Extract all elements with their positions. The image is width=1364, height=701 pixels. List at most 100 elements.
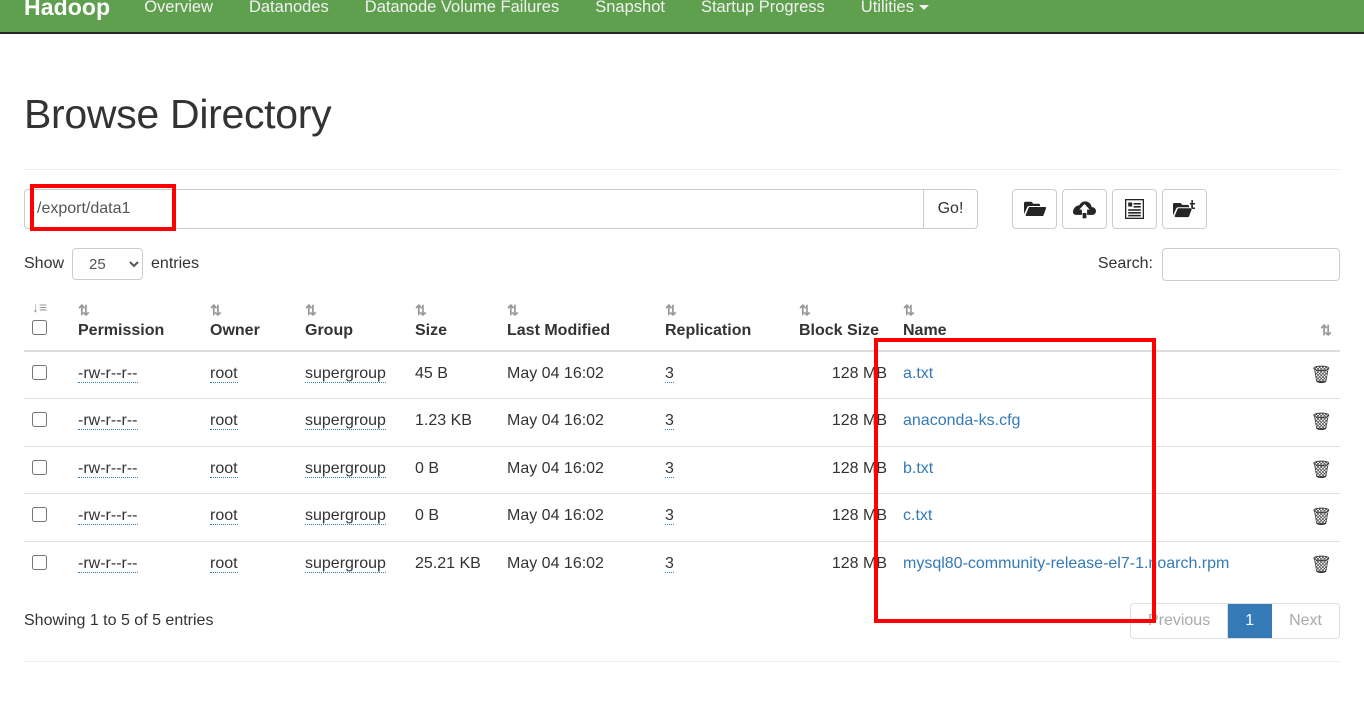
row-select-cell[interactable] [24,398,70,447]
replication-value[interactable]: 3 [665,459,674,478]
pagination-page-1[interactable]: 1 [1228,604,1273,639]
cell-size: 1.23 KB [407,398,499,447]
owner-value[interactable]: root [210,507,238,526]
permission-value[interactable]: -rw-r--r-- [78,554,138,573]
column-header-select[interactable]: ↓≡ [24,290,70,353]
column-header-owner-label: Owner [210,322,260,340]
group-value[interactable]: supergroup [305,459,386,478]
trash-icon[interactable]: 🗑 [1310,458,1332,482]
create-directory-button[interactable] [1012,189,1057,230]
column-header-size[interactable]: ⇅ Size [407,290,499,353]
row-select-cell[interactable] [24,350,70,399]
hadoop-brand[interactable]: Hadoop [24,0,110,21]
row-select-cell[interactable] [24,445,70,494]
nav-item-startup-progress[interactable]: Startup Progress [701,0,825,17]
nav-item-datanode-volume-failures-label: Datanode Volume Failures [364,0,560,16]
toolbar-buttons [1012,189,1207,230]
table-row[interactable]: -rw-r--r-- root supergroup 1.23 KB May 0… [24,398,1340,447]
row-select-cell[interactable] [24,540,70,589]
cut-paste-button[interactable] [1162,189,1207,230]
page-title: Browse Directory [24,91,332,137]
column-header-name-label: Name [903,322,947,340]
column-header-last-modified[interactable]: ⇅ Last Modified [499,290,657,353]
cell-delete[interactable]: 🗑 [1262,493,1340,542]
table-row[interactable]: -rw-r--r-- root supergroup 0 B May 04 16… [24,445,1340,494]
cell-block-size: 128 MB [791,540,895,589]
cell-delete[interactable]: 🗑 [1262,398,1340,447]
column-header-group[interactable]: ⇅ Group [297,290,407,353]
permission-value[interactable]: -rw-r--r-- [78,507,138,526]
trash-icon[interactable]: 🗑 [1310,553,1332,577]
trash-icon[interactable]: 🗑 [1310,505,1332,529]
pagination-previous[interactable]: Previous [1130,604,1229,639]
column-header-replication[interactable]: ⇅ Replication [657,290,791,353]
cell-replication: 3 [657,398,791,447]
sort-icon-group: ⇅ [305,302,317,319]
cell-group: supergroup [297,350,407,399]
replication-value[interactable]: 3 [665,554,674,573]
file-name-link[interactable]: anaconda-ks.cfg [903,412,1020,429]
select-all-checkbox[interactable] [32,320,47,336]
file-name-link[interactable]: b.txt [903,460,933,477]
file-name-link[interactable]: a.txt [903,365,933,382]
trash-icon[interactable]: 🗑 [1310,363,1332,387]
nav-item-overview[interactable]: Overview [144,0,213,17]
row-checkbox[interactable] [32,412,47,428]
column-header-permission[interactable]: ⇅ Permission [70,290,202,353]
row-select-cell[interactable] [24,493,70,542]
view-file-button[interactable] [1112,189,1157,230]
group-value[interactable]: supergroup [305,365,386,384]
permission-value[interactable]: -rw-r--r-- [78,365,138,384]
directory-path-input[interactable] [24,189,923,230]
file-name-link[interactable]: c.txt [903,507,932,524]
cell-permission: -rw-r--r-- [70,493,202,542]
page-length-select[interactable]: 25 50 100 [72,248,144,281]
column-header-delete[interactable]: ⇅ [1262,290,1340,353]
row-checkbox[interactable] [32,365,47,381]
replication-value[interactable]: 3 [665,365,674,384]
permission-value[interactable]: -rw-r--r-- [78,412,138,431]
go-button[interactable]: Go! [923,189,978,230]
cell-size: 0 B [407,445,499,494]
cell-delete[interactable]: 🗑 [1262,445,1340,494]
cell-delete[interactable]: 🗑 [1262,350,1340,399]
file-name-link[interactable]: mysql80-community-release-el7-1.noarch.r… [903,555,1229,572]
trash-icon[interactable]: 🗑 [1310,410,1332,434]
column-header-group-label: Group [305,322,353,340]
search-input[interactable] [1162,247,1340,281]
nav-item-utilities[interactable]: Utilities [861,0,929,17]
permission-value[interactable]: -rw-r--r-- [78,459,138,478]
nav-item-snapshot[interactable]: Snapshot [595,0,665,17]
cell-delete[interactable]: 🗑 [1262,540,1340,589]
files-table-body: -rw-r--r-- root supergroup 45 B May 04 1… [24,350,1340,589]
column-header-block-size-label: Block Size [799,322,880,340]
pagination-next[interactable]: Next [1272,604,1339,639]
replication-value[interactable]: 3 [665,507,674,526]
group-value[interactable]: supergroup [305,554,386,573]
owner-value[interactable]: root [210,365,238,384]
nav-item-datanodes[interactable]: Datanodes [249,0,329,17]
table-row[interactable]: -rw-r--r-- root supergroup 45 B May 04 1… [24,350,1340,399]
entries-info: Showing 1 to 5 of 5 entries [24,612,214,630]
nav-item-datanode-volume-failures[interactable]: Datanode Volume Failures [365,0,559,17]
column-header-name[interactable]: ⇅ Name [895,290,1262,353]
owner-value[interactable]: root [210,459,238,478]
row-checkbox[interactable] [32,459,47,475]
nav-item-datanodes-label: Datanodes [248,0,329,16]
group-value[interactable]: supergroup [305,507,386,526]
group-value[interactable]: supergroup [305,412,386,431]
replication-value[interactable]: 3 [665,412,674,431]
table-row[interactable]: -rw-r--r-- root supergroup 0 B May 04 16… [24,493,1340,542]
owner-value[interactable]: root [210,554,238,573]
row-checkbox[interactable] [32,507,47,523]
owner-value[interactable]: root [210,412,238,431]
entries-label: entries [151,255,200,273]
cell-name: b.txt [895,445,1262,494]
cell-last-modified: May 04 16:02 [499,350,657,399]
column-header-owner[interactable]: ⇅ Owner [202,290,297,353]
upload-files-button[interactable] [1062,189,1107,230]
column-header-block-size[interactable]: ⇅ Block Size [791,290,895,353]
row-checkbox[interactable] [32,554,47,570]
table-row[interactable]: -rw-r--r-- root supergroup 25.21 KB May … [24,540,1340,589]
cell-group: supergroup [297,445,407,494]
